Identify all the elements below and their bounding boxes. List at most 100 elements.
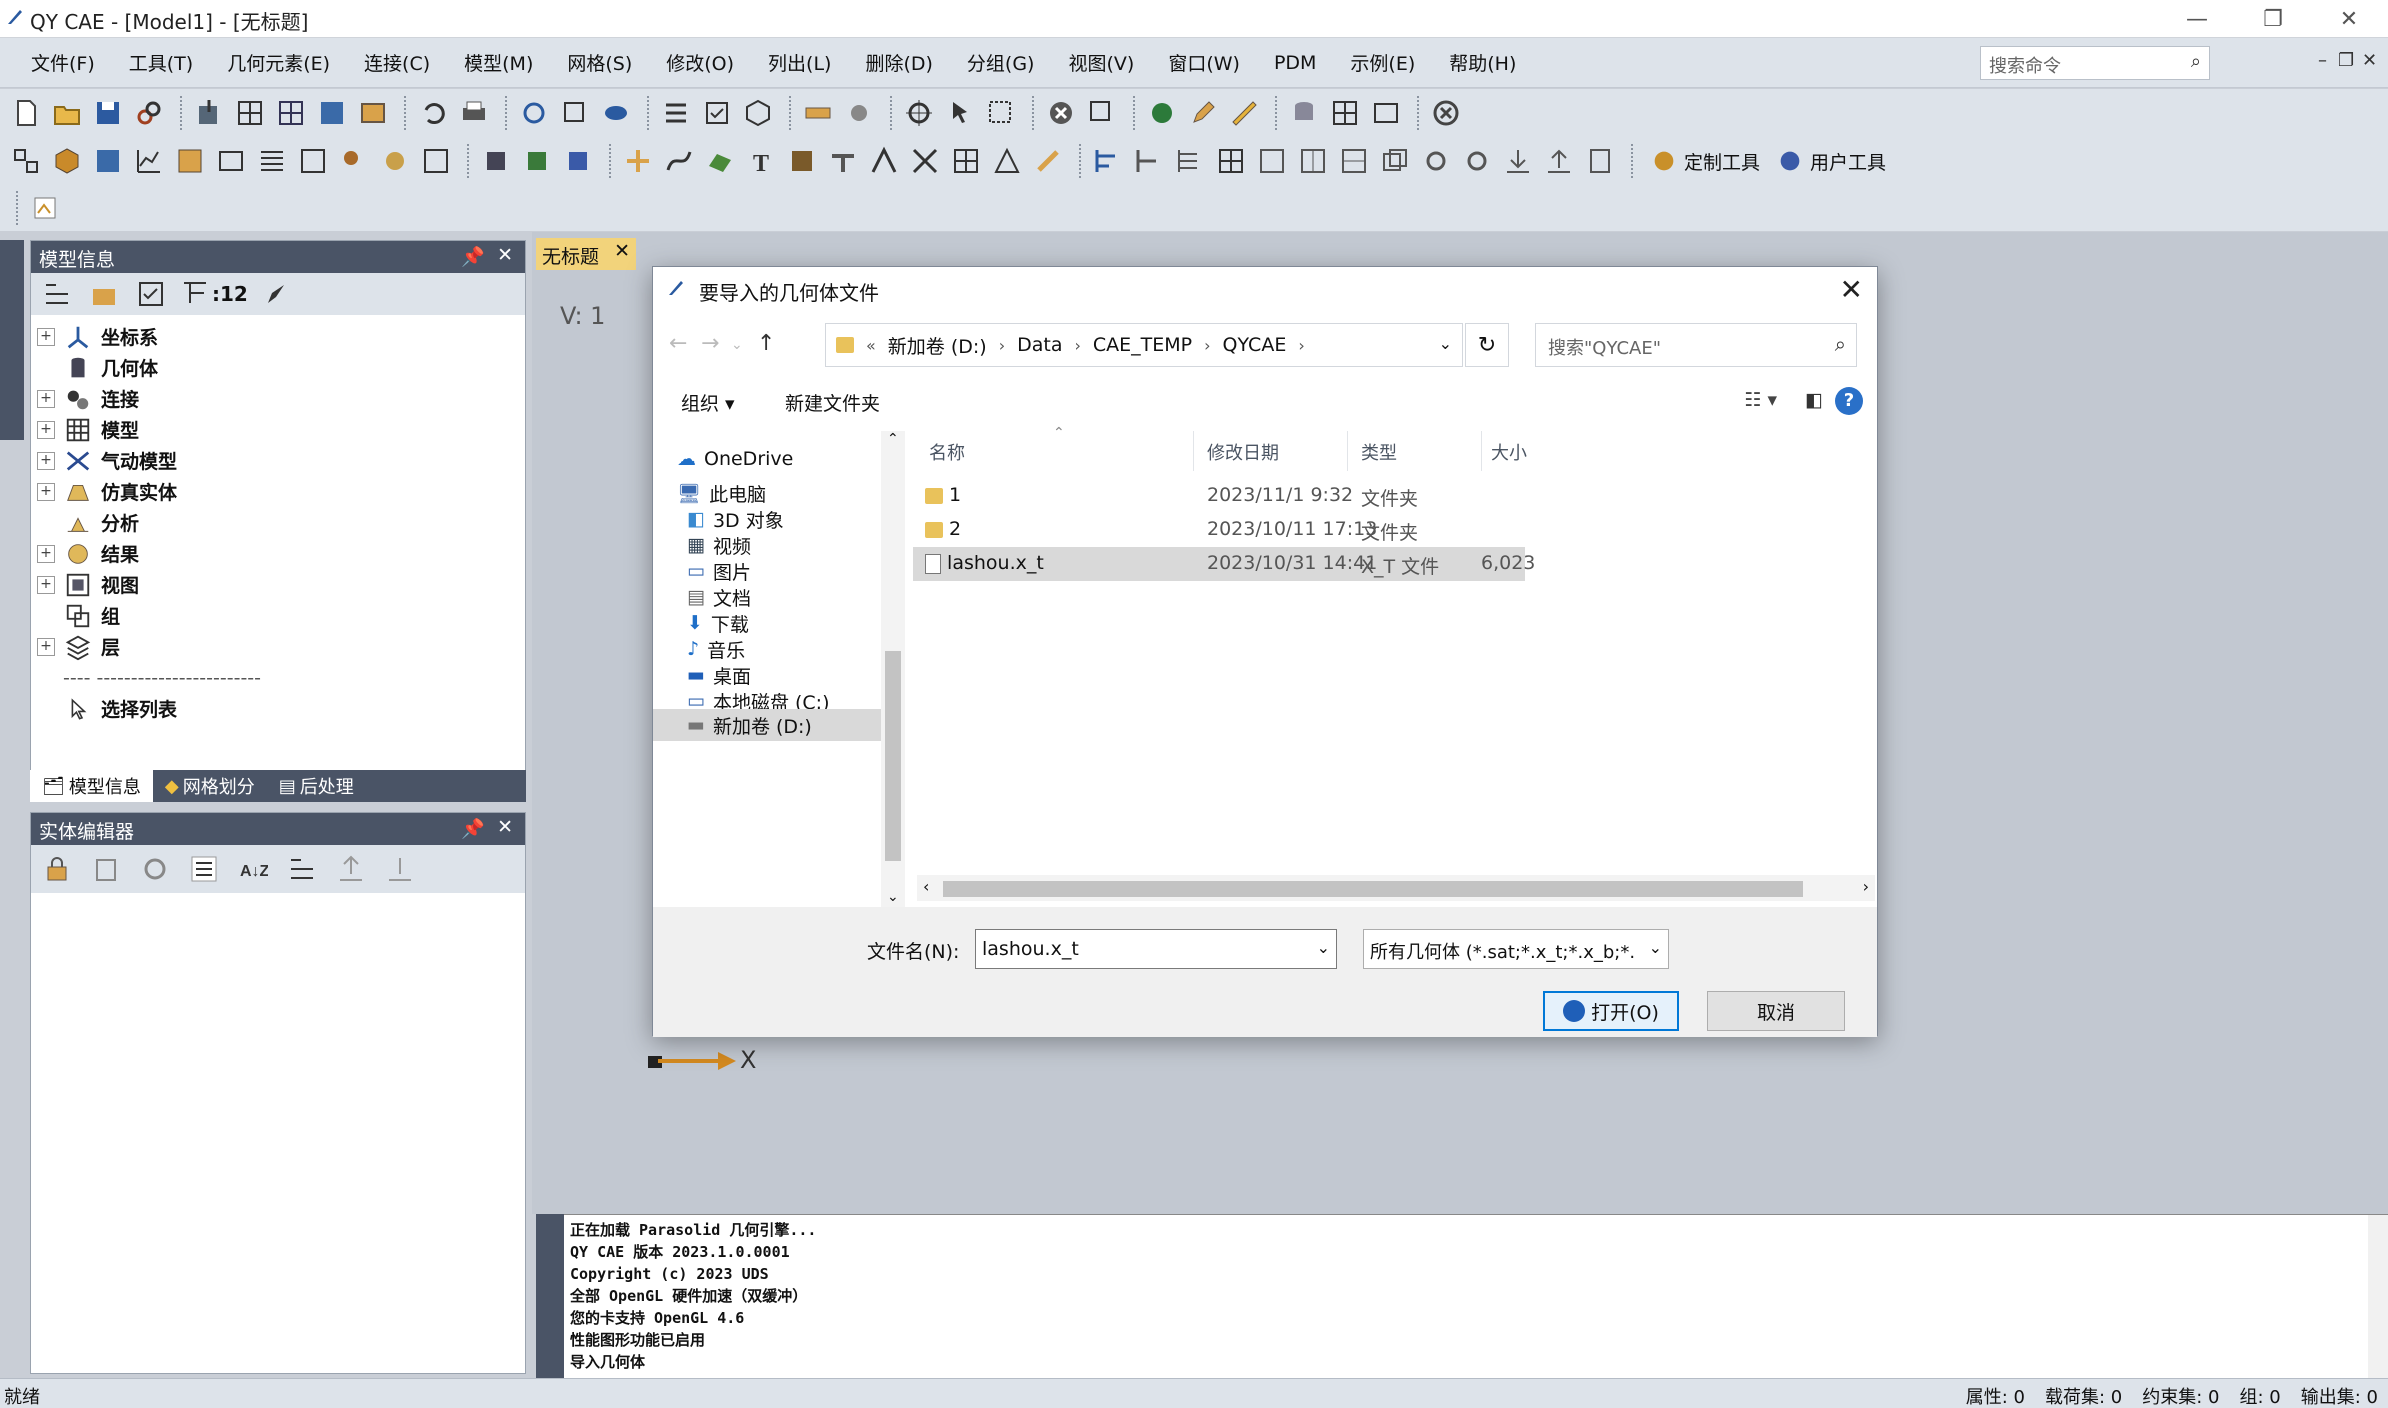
new-file-icon[interactable]: [8, 94, 44, 132]
up-arrow-icon[interactable]: ↑: [757, 331, 775, 356]
grid-icon[interactable]: [232, 94, 268, 132]
column-name[interactable]: 名称: [929, 439, 965, 465]
menu-view[interactable]: 视图(V): [1051, 49, 1151, 76]
pencil-icon[interactable]: [1185, 94, 1221, 132]
mdi-close-button[interactable]: ✕: [2362, 50, 2377, 71]
layout-a-icon[interactable]: [1254, 142, 1290, 180]
breadcrumb-data[interactable]: Data: [1017, 334, 1062, 356]
beam-icon[interactable]: [825, 142, 861, 180]
form-icon[interactable]: [295, 142, 331, 180]
tree-check-icon[interactable]: [133, 275, 169, 313]
column-size[interactable]: 大小: [1491, 439, 1527, 465]
menu-connect[interactable]: 连接(C): [347, 49, 447, 76]
scroll-right-icon[interactable]: ›: [1863, 877, 1869, 896]
mdi-minimize-button[interactable]: –: [2318, 50, 2327, 71]
explode-icon[interactable]: [841, 94, 877, 132]
menu-mesh[interactable]: 网格(S): [550, 49, 649, 76]
breadcrumb-qycae[interactable]: QYCAE: [1223, 334, 1287, 356]
align-left-icon[interactable]: [1090, 142, 1126, 180]
part-icon[interactable]: [49, 142, 85, 180]
tab-model-info[interactable]: 🗂 模型信息: [30, 770, 153, 802]
pin-icon[interactable]: 📌: [461, 245, 485, 268]
scroll-left-icon[interactable]: ‹: [923, 877, 929, 896]
file-row-selected[interactable]: lashou.x_t 2023/10/31 14:41 X_T 文件 6,023: [913, 547, 1535, 581]
property-icon[interactable]: [172, 142, 208, 180]
tree-node-layer[interactable]: + 层: [37, 631, 525, 662]
column-type[interactable]: 类型: [1361, 439, 1397, 465]
file-row[interactable]: 1 2023/11/1 9:32 文件夹: [913, 479, 1877, 513]
tab-postprocess[interactable]: ▤ 后处理: [267, 773, 366, 799]
scroll-down-icon[interactable]: ⌄: [887, 889, 899, 905]
nav-new-volume-d[interactable]: ▬ 新加卷 (D:): [653, 709, 881, 741]
refresh-entity-icon[interactable]: [137, 850, 173, 888]
address-dropdown-icon[interactable]: ⌄: [1439, 334, 1452, 353]
document-tab[interactable]: 无标题 ✕: [536, 238, 636, 270]
upload-tool-icon[interactable]: [1541, 142, 1577, 180]
folder-search-input[interactable]: 搜索"QYCAE" ⌕: [1535, 323, 1857, 367]
align-icon[interactable]: [1131, 142, 1167, 180]
brush-icon[interactable]: [336, 142, 372, 180]
tree-node-view[interactable]: + 视图: [37, 569, 525, 600]
tree-export-icon[interactable]: [86, 275, 122, 313]
gear-icon[interactable]: [1418, 142, 1454, 180]
layout-grid-icon[interactable]: [1213, 142, 1249, 180]
pin-icon[interactable]: 📌: [461, 817, 485, 840]
volume-icon[interactable]: [784, 142, 820, 180]
filetype-select[interactable]: 所有几何体 (*.sat;*.x_t;*.x_b;*. ⌄: [1363, 929, 1669, 969]
message-console[interactable]: 正在加载 Parasolid 几何引擎... QY CAE 版本 2023.1.…: [536, 1214, 2388, 1379]
select-target-icon[interactable]: [901, 94, 937, 132]
console-side-strip[interactable]: [536, 1214, 564, 1378]
rotate-view-icon[interactable]: [516, 94, 552, 132]
node-icon[interactable]: [866, 142, 902, 180]
chevron-down-icon[interactable]: ⌄: [1648, 938, 1662, 957]
tree-node-connect[interactable]: + 连接: [37, 383, 525, 414]
column-date[interactable]: 修改日期: [1207, 439, 1279, 465]
ruler-icon[interactable]: [800, 94, 836, 132]
nav-onedrive[interactable]: ☁ OneDrive: [677, 443, 793, 475]
import-icon[interactable]: [191, 94, 227, 132]
material-icon[interactable]: [90, 142, 126, 180]
export-icon[interactable]: [1084, 94, 1120, 132]
stop-icon[interactable]: [1428, 94, 1464, 132]
force-icon[interactable]: [1030, 142, 1066, 180]
ruler-measure-icon[interactable]: [1226, 94, 1262, 132]
render-sphere-icon[interactable]: [1144, 94, 1180, 132]
menu-file[interactable]: 文件(F): [14, 49, 112, 76]
analysis-icon[interactable]: [377, 142, 413, 180]
point-icon[interactable]: [620, 142, 656, 180]
select-box-icon[interactable]: [983, 94, 1019, 132]
database-icon[interactable]: [1286, 94, 1322, 132]
tree-brush-icon[interactable]: [259, 275, 295, 313]
download-tool-icon[interactable]: [1500, 142, 1536, 180]
sketch-icon[interactable]: [27, 189, 63, 227]
spline-icon[interactable]: [661, 142, 697, 180]
layout-b-icon[interactable]: [1295, 142, 1331, 180]
file-list-hscrollbar[interactable]: ‹ ›: [917, 875, 1875, 901]
solid-green-icon[interactable]: [519, 142, 555, 180]
file-row[interactable]: 2 2023/10/11 17:13 文件夹: [913, 513, 1877, 547]
close-tab-icon[interactable]: ✕: [614, 240, 630, 262]
settings-icon[interactable]: [1459, 142, 1495, 180]
open-folder-icon[interactable]: [49, 94, 85, 132]
tree-node-geometry[interactable]: 几何体: [37, 352, 525, 383]
list-icon[interactable]: [658, 94, 694, 132]
tree-node-analysis[interactable]: 分析: [37, 507, 525, 538]
entity-export-icon[interactable]: [333, 850, 369, 888]
table-view-icon[interactable]: [254, 142, 290, 180]
table-icon[interactable]: [314, 94, 350, 132]
refresh-button[interactable]: ↻: [1465, 323, 1509, 367]
tab-meshing[interactable]: ◆ 网格划分: [153, 773, 267, 799]
hscroll-thumb[interactable]: [943, 881, 1803, 897]
open-button[interactable]: 打开(O): [1543, 991, 1679, 1031]
paste-icon[interactable]: [88, 850, 124, 888]
tree-node-selection-list[interactable]: 选择列表: [37, 693, 525, 724]
maximize-button[interactable]: ❐: [2238, 0, 2308, 38]
surface-icon[interactable]: [702, 142, 738, 180]
categorized-icon[interactable]: [186, 850, 222, 888]
entity-import-icon[interactable]: [382, 850, 418, 888]
tree-filter-icon[interactable]: :12: [180, 275, 248, 313]
back-arrow-icon[interactable]: ←: [669, 331, 687, 356]
tree-node-group[interactable]: 组: [37, 600, 525, 631]
mesh-icon[interactable]: [948, 142, 984, 180]
nav-scroll-thumb[interactable]: [885, 651, 901, 861]
